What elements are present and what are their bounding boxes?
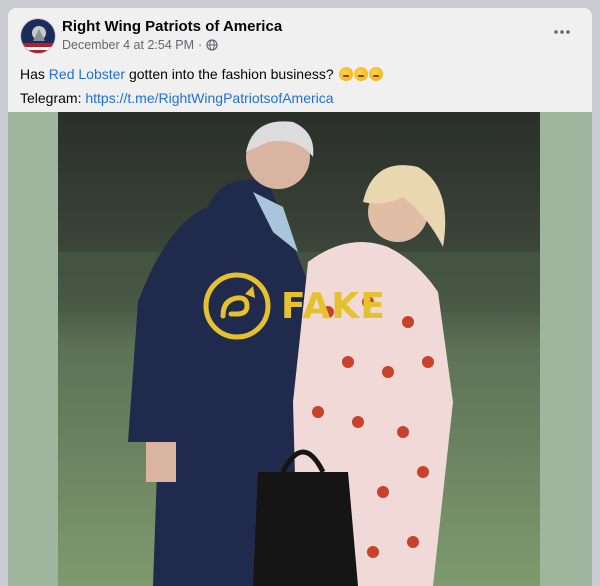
thinking-face-emoji-icon (368, 67, 383, 81)
fake-label: FAKE (281, 285, 386, 327)
page-name[interactable]: Right Wing Patriots of America (62, 18, 282, 35)
post-body: Has Red Lobster gotten into the fashion … (20, 62, 580, 110)
avatar-image (21, 19, 55, 53)
telegram-label: Telegram: (20, 90, 86, 106)
meta-separator: · (198, 38, 203, 52)
more-options-icon[interactable] (548, 22, 576, 42)
thinking-face-emoji-icon (353, 67, 368, 81)
post-meta: December 4 at 2:54 PM · (62, 38, 218, 52)
red-lobster-link[interactable]: Red Lobster (49, 66, 125, 82)
post-timestamp[interactable]: December 4 at 2:54 PM (62, 38, 194, 52)
post-media[interactable]: FAKE (8, 112, 592, 586)
post-caption: Has Red Lobster gotten into the fashion … (20, 62, 580, 86)
telegram-line: Telegram: https://t.me/RightWingPatriots… (20, 86, 580, 110)
fake-badge: FAKE (203, 272, 386, 340)
thinking-face-emoji-icon (338, 67, 353, 81)
post-header: Right Wing Patriots of America December … (20, 18, 580, 62)
post-photo (58, 112, 540, 586)
post-card: Right Wing Patriots of America December … (8, 8, 592, 586)
caption-suffix: gotten into the fashion business? (125, 66, 334, 82)
page-avatar[interactable] (20, 18, 56, 54)
telegram-link[interactable]: https://t.me/RightWingPatriotsofAmerica (85, 90, 333, 106)
globe-icon (206, 39, 218, 51)
caption-prefix: Has (20, 66, 49, 82)
fake-logo-icon (203, 272, 271, 340)
